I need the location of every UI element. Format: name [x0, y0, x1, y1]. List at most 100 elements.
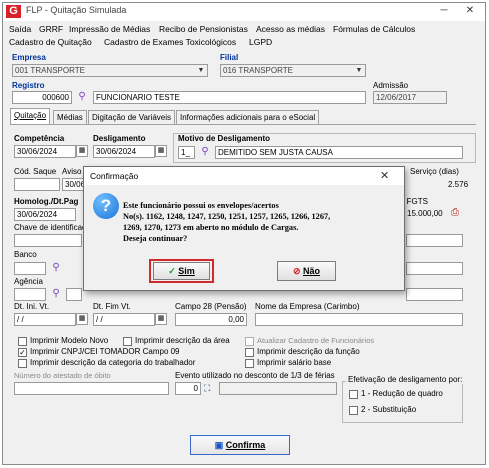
search-icon[interactable]: ⚲ — [199, 146, 211, 158]
menu-lgpd[interactable]: LGPD — [249, 37, 272, 47]
atestado-label: Número do atestado de óbito — [14, 371, 111, 380]
evento-label: Evento utilizado no desconto de 1/3 de f… — [175, 371, 335, 380]
tab-esocial[interactable]: Informações adicionais para o eSocial — [176, 110, 320, 124]
menu-acesso-medias[interactable]: Acesso as médias — [256, 24, 325, 34]
registro-label: Registro — [12, 81, 45, 90]
substituicao-label: 2 - Substituição — [361, 405, 417, 414]
agencia-extra-input[interactable] — [66, 288, 82, 301]
minimize-button[interactable]: ─ — [433, 4, 455, 18]
banco-input[interactable] — [14, 262, 46, 275]
nome-empresa-input[interactable] — [255, 313, 463, 326]
registro-name-field[interactable]: FUNCIONARIO TESTE — [93, 91, 366, 104]
chave-extra-input[interactable] — [406, 234, 463, 247]
fgts-value: 15.000,00 — [407, 209, 443, 218]
desligamento-input[interactable]: 30/06/2024 — [93, 145, 155, 158]
banco-extra-input[interactable] — [406, 262, 463, 275]
descricao-funcao-checkbox[interactable] — [245, 348, 254, 357]
empresa-select[interactable]: 001 TRANSPORTE ▼ — [12, 64, 208, 77]
tab-esocial-label: Informações adicionais para o eSocial — [180, 113, 316, 122]
nao-button[interactable]: ⊘ Não — [277, 261, 336, 281]
tab-quitacao-label: Quitação — [14, 111, 47, 120]
reducao-quadro-label: 1 - Redução de quadro — [361, 389, 443, 398]
evento-input[interactable]: 0 — [175, 382, 201, 395]
categoria-checkbox[interactable] — [18, 359, 27, 368]
menu-exames-toxicologicos[interactable]: Cadastro de Exames Toxicológicos — [104, 37, 236, 47]
save-icon: ▣ — [214, 440, 224, 450]
dt-fim-vt-input[interactable]: / / — [93, 313, 155, 326]
atualizar-cadastro-checkbox[interactable] — [245, 337, 254, 346]
homolog-label: Homolog./Dt.Pag — [14, 197, 79, 206]
motivo-code-input[interactable]: 1_ — [178, 146, 195, 159]
empresa-label: Empresa — [12, 53, 46, 62]
binoculars-icon[interactable]: ⛶ — [204, 382, 216, 394]
reducao-quadro-checkbox[interactable] — [349, 390, 358, 399]
admissao-field: 12/06/2017 — [373, 91, 447, 104]
no-entry-icon: ⊘ — [292, 266, 301, 276]
evento-desc-field — [219, 382, 337, 395]
confirma-button[interactable]: ▣ Confirma — [190, 435, 290, 455]
tab-digitacao-variaveis[interactable]: Digitação de Variáveis — [88, 110, 176, 124]
filial-label: Filial — [220, 53, 239, 62]
modelo-novo-label: Imprimir Modelo Novo — [30, 336, 109, 345]
agencia-right-input[interactable] — [406, 288, 463, 301]
sim-button[interactable]: ✓ Sim — [153, 262, 210, 280]
window-title: FLP - Quitação Simulada — [26, 5, 127, 15]
servico-value: 2.576 — [448, 180, 469, 189]
salario-base-checkbox[interactable] — [245, 359, 254, 368]
desligamento-label: Desligamento — [93, 134, 146, 143]
cod-saque-label: Cód. Saque — [14, 167, 57, 176]
search-icon[interactable]: ⚲ — [50, 288, 62, 300]
motivo-desc-field[interactable]: DEMITIDO SEM JUSTA CAUSA — [215, 146, 463, 159]
descricao-area-label: Imprimir descrição da área — [135, 336, 230, 345]
menu-recibo-pensionistas[interactable]: Recibo de Pensionistas — [159, 24, 248, 34]
chevron-down-icon: ▼ — [355, 67, 363, 74]
substituicao-checkbox[interactable] — [349, 406, 358, 415]
calendar-icon[interactable]: ▦ — [155, 313, 167, 325]
empresa-value: 001 TRANSPORTE — [15, 66, 85, 75]
tab-quitacao[interactable]: Quitação — [10, 108, 51, 125]
checkmark-icon: ✓ — [168, 266, 176, 276]
descricao-area-checkbox[interactable] — [123, 337, 132, 346]
calendar-icon[interactable]: ▦ — [76, 313, 88, 325]
menu-impressao-medias[interactable]: Impressão de Médias — [69, 24, 150, 34]
search-icon[interactable]: ⚲ — [76, 91, 88, 103]
calendar-icon[interactable]: ▦ — [76, 145, 88, 157]
filial-select[interactable]: 016 TRANSPORTE ▼ — [220, 64, 366, 77]
menu-saida[interactable]: Saída — [9, 24, 31, 34]
dt-ini-vt-input[interactable]: / / — [14, 313, 76, 326]
atestado-input[interactable] — [14, 382, 169, 395]
print-icon[interactable]: ⎙ — [451, 207, 463, 219]
close-button[interactable]: ✕ — [459, 4, 481, 18]
atualizar-cadastro-label: Atualizar Cadastro de Funcionários — [257, 336, 375, 345]
chave-input[interactable] — [14, 234, 82, 247]
menu-formulas-calculos[interactable]: Fórmulas de Cálculos — [333, 24, 415, 34]
dialog-close-icon[interactable]: ✕ — [380, 169, 389, 182]
aviso-input[interactable]: 30/06 — [62, 178, 84, 191]
motivo-label: Motivo de Desligamento — [178, 134, 271, 143]
aviso-label: Aviso — [62, 167, 82, 176]
cnpj-label: Imprimir CNPJ/CEI TOMADOR Campo 09 — [30, 347, 180, 356]
cnpj-checkbox[interactable]: ✓ — [18, 348, 27, 357]
calendar-icon[interactable]: ▦ — [155, 145, 167, 157]
menu-grrf[interactable]: GRRF — [39, 24, 63, 34]
modelo-novo-checkbox[interactable] — [18, 337, 27, 346]
competencia-input[interactable]: 30/06/2024 — [14, 145, 76, 158]
menu-cadastro-quitacao[interactable]: Cadastro de Quitação — [9, 37, 92, 47]
dialog-message: Este funcionário possui os envelopes/ace… — [123, 201, 331, 243]
cod-saque-input[interactable] — [14, 178, 60, 191]
homolog-input[interactable]: 30/06/2024 — [14, 208, 76, 221]
chave-label: Chave de identificaç — [14, 223, 87, 232]
confirma-label: Confirma — [225, 440, 266, 450]
search-icon[interactable]: ⚲ — [50, 262, 62, 274]
tab-medias[interactable]: Médias — [53, 110, 87, 124]
chevron-down-icon: ▼ — [197, 67, 205, 74]
admissao-label: Admissão — [373, 81, 409, 90]
efetivacao-group — [342, 381, 463, 423]
dt-ini-vt-label: Dt. Ini. Vt. — [14, 302, 50, 311]
campo28-input[interactable]: 0,00 — [175, 313, 247, 326]
registro-code-input[interactable]: 000600 — [12, 91, 72, 104]
app-logo-icon: G — [6, 5, 21, 18]
dialog-title: Confirmação — [90, 171, 139, 181]
tab-digitacao-label: Digitação de Variáveis — [92, 113, 172, 122]
agencia-input[interactable] — [14, 288, 46, 301]
